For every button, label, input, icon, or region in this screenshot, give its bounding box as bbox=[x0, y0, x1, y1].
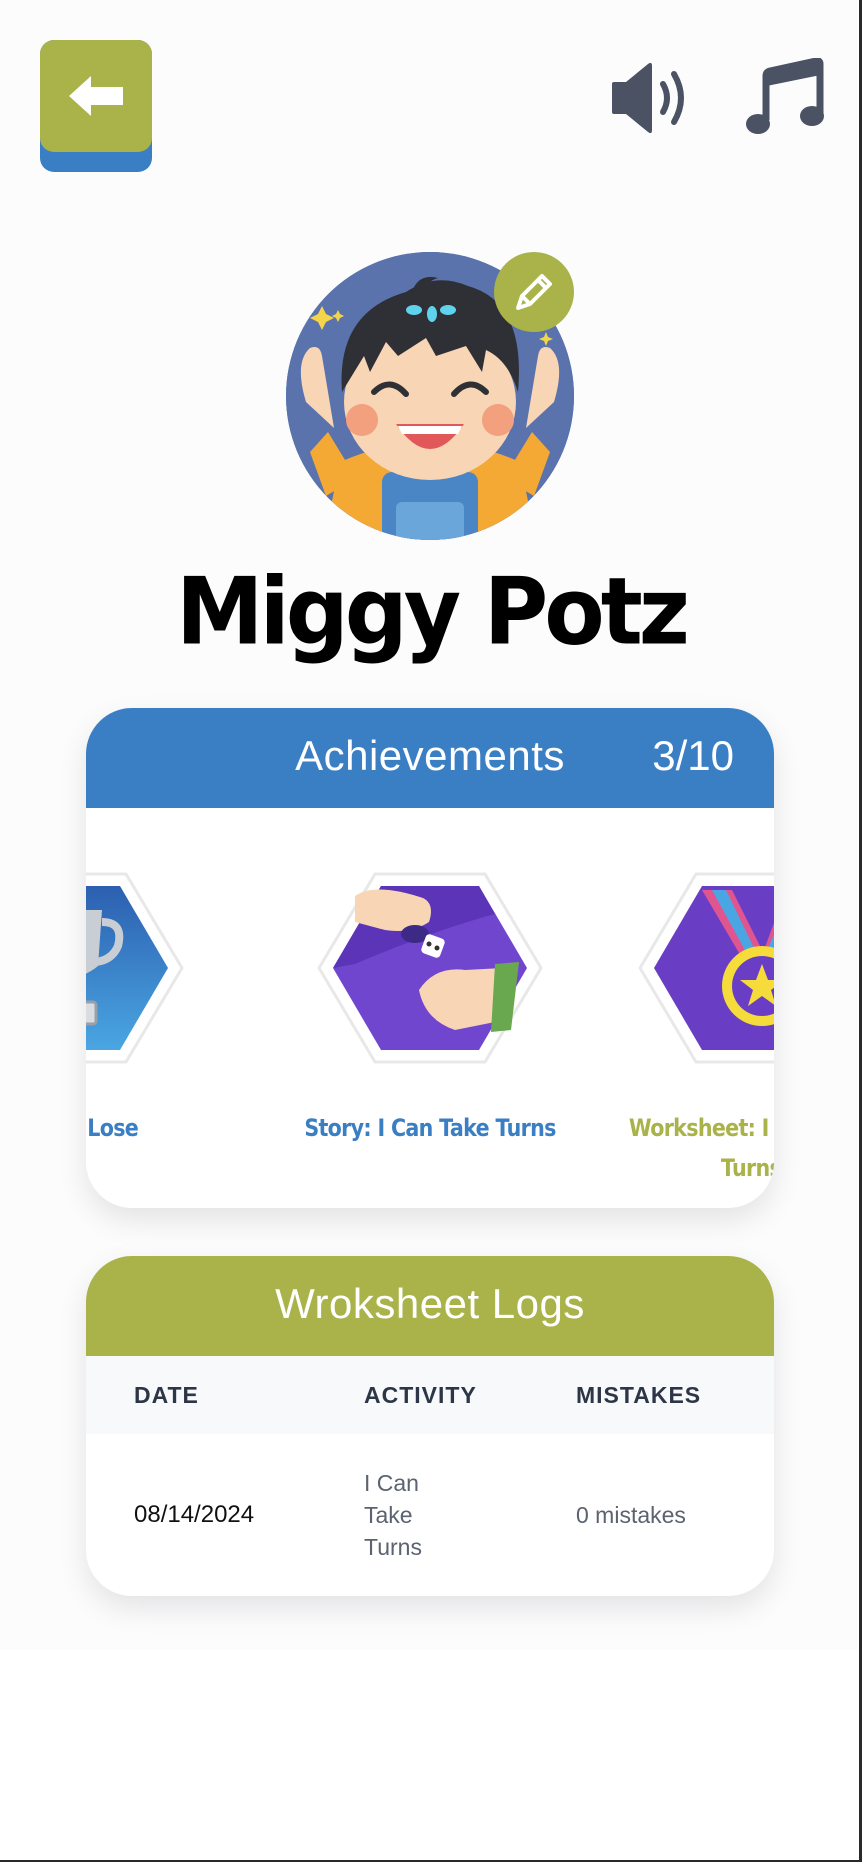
table-cell-date: 08/14/2024 bbox=[86, 1434, 364, 1596]
log-date: 08/14/2024 bbox=[134, 1501, 255, 1528]
column-header-activity: ACTIVITY bbox=[364, 1356, 576, 1434]
edit-profile-button[interactable] bbox=[494, 252, 574, 332]
profile-name: Miggy Potz bbox=[176, 557, 690, 666]
achievement-badge bbox=[636, 870, 774, 1066]
achievement-item[interactable]: Worksheet: I Can Take Turns bbox=[629, 808, 774, 1208]
back-button-face bbox=[40, 40, 152, 152]
table-cell-activity: I Can Take Turns bbox=[364, 1434, 576, 1596]
achievement-label: When I Lose bbox=[86, 1114, 139, 1142]
music-toggle-button[interactable] bbox=[744, 57, 824, 138]
sound-toggle-button[interactable] bbox=[608, 58, 694, 138]
speaker-volume-icon bbox=[612, 62, 684, 134]
music-note-icon bbox=[746, 57, 824, 134]
achievements-count: 3/10 bbox=[652, 732, 734, 779]
achievements-header: Achievements 3/10 bbox=[86, 708, 774, 808]
log-activity: I Can Take Turns bbox=[364, 1470, 422, 1560]
achievements-carousel[interactable]: When I Lose Story: I Can Take Turns bbox=[86, 808, 774, 1208]
worksheet-logs-title: Wroksheet Logs bbox=[275, 1280, 585, 1327]
achievement-badge bbox=[86, 870, 186, 1066]
achievement-label: Worksheet: I Can Take Turns bbox=[628, 1114, 774, 1182]
log-mistakes: 0 mistakes bbox=[576, 1501, 686, 1528]
pencil-icon bbox=[516, 274, 552, 310]
worksheet-logs-header: Wroksheet Logs bbox=[86, 1256, 774, 1356]
achievements-card: Achievements 3/10 Lose Story: I Can Take… bbox=[86, 708, 774, 1208]
worksheet-logs-table: DATE ACTIVITY MISTAKES 08/14/2024 I Can … bbox=[86, 1356, 774, 1596]
trophy-icon bbox=[86, 872, 184, 1064]
achievement-badge bbox=[315, 870, 545, 1066]
medal-icon bbox=[638, 872, 774, 1064]
worksheet-logs-card: Wroksheet Logs DATE ACTIVITY MISTAKES 08… bbox=[86, 1256, 774, 1596]
back-button[interactable] bbox=[40, 40, 152, 172]
table-header-row: DATE ACTIVITY MISTAKES bbox=[86, 1356, 774, 1434]
column-header-date: DATE bbox=[86, 1356, 364, 1434]
arrow-left-icon bbox=[69, 76, 123, 116]
table-cell-mistakes: 0 mistakes bbox=[576, 1434, 774, 1596]
achievement-item[interactable]: When I Lose bbox=[86, 808, 186, 1208]
table-row: 08/14/2024 I Can Take Turns 0 mistakes bbox=[86, 1434, 774, 1596]
achievement-label: Story: I Can Take Turns bbox=[304, 1114, 556, 1142]
achievement-item[interactable]: Story: I Can Take Turns bbox=[304, 808, 556, 1208]
dice-hands-icon bbox=[317, 872, 543, 1064]
column-header-mistakes: MISTAKES bbox=[576, 1356, 774, 1434]
